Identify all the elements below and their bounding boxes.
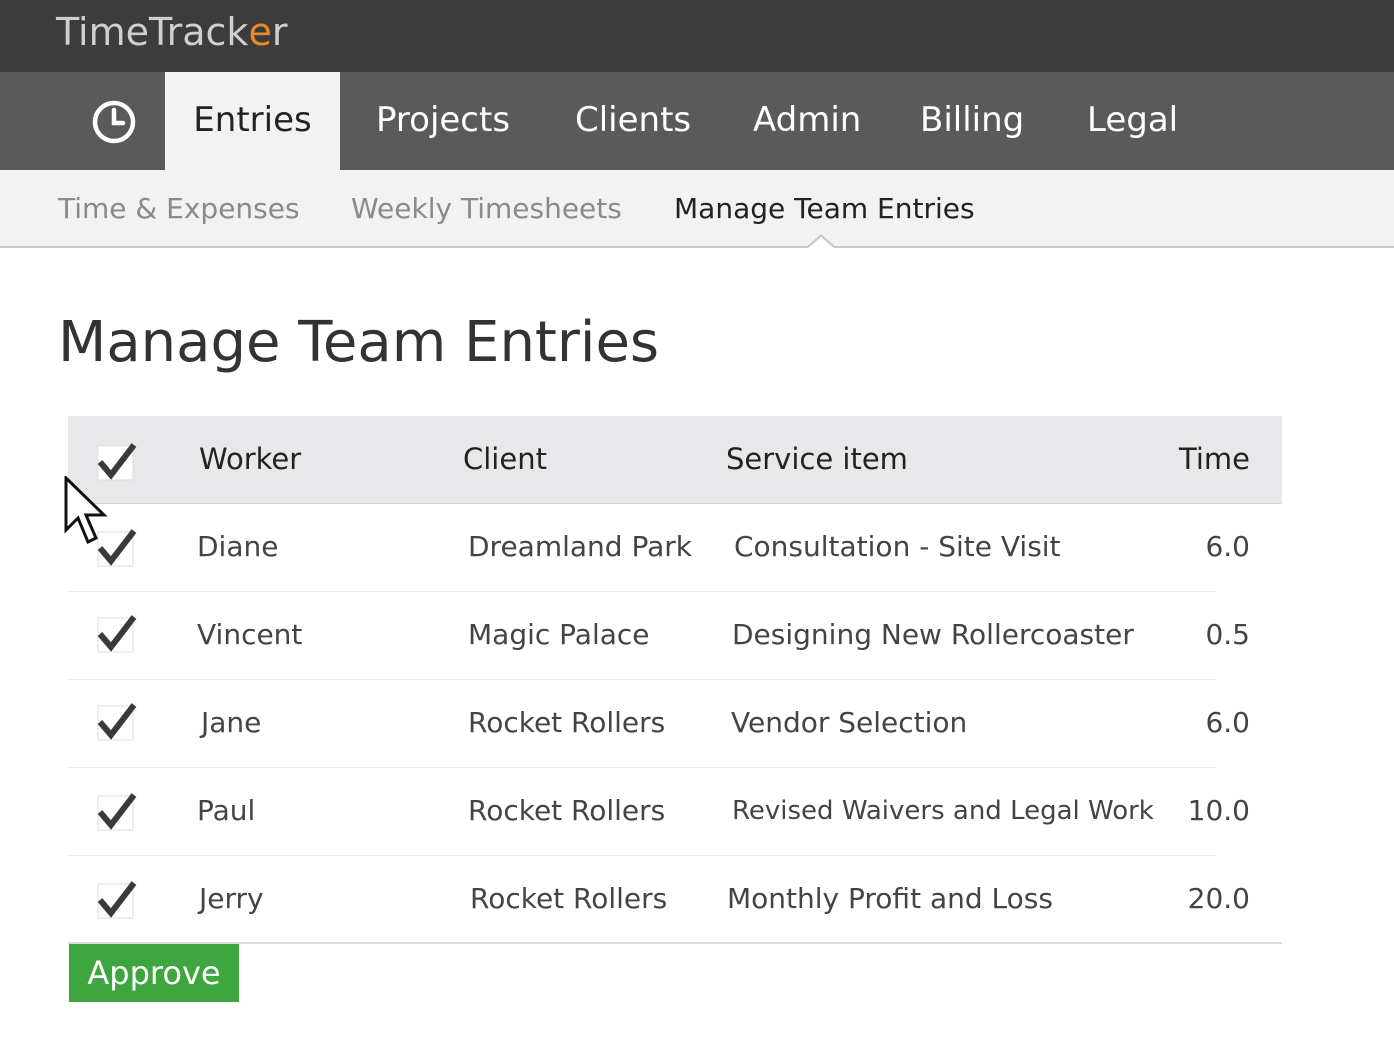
- logo-text-start: TimeTrack: [56, 10, 249, 54]
- top-bar: TimeTracker: [0, 0, 1394, 72]
- subtab-manage-team-entries[interactable]: Manage Team Entries: [674, 192, 975, 225]
- tab-billing[interactable]: Billing: [920, 72, 1024, 170]
- tab-entries[interactable]: Entries: [165, 72, 340, 170]
- cell-client: Rocket Rollers: [468, 706, 666, 739]
- cell-service-item: Monthly Profit and Loss: [727, 882, 1053, 915]
- cell-service-item: Designing New Rollercoaster: [732, 618, 1134, 651]
- row-checkbox[interactable]: [97, 702, 137, 742]
- tab-clients[interactable]: Clients: [575, 72, 691, 170]
- row-checkbox[interactable]: [97, 614, 137, 654]
- table-row[interactable]: Jerry Rocket Rollers Monthly Profit and …: [68, 856, 1282, 944]
- row-checkbox[interactable]: [97, 792, 137, 832]
- cell-worker: Jerry: [199, 882, 264, 915]
- subtab-time-expenses[interactable]: Time & Expenses: [58, 192, 300, 225]
- logo-text-end: r: [271, 10, 288, 54]
- cell-worker: Diane: [197, 530, 279, 563]
- table-row[interactable]: Diane Dreamland Park Consultation - Site…: [68, 504, 1250, 592]
- select-all-checkbox[interactable]: [97, 442, 137, 482]
- cell-client: Dreamland Park: [468, 530, 692, 563]
- clock-icon[interactable]: [90, 98, 138, 146]
- column-header-worker[interactable]: Worker: [199, 442, 301, 476]
- subtab-weekly-timesheets[interactable]: Weekly Timesheets: [351, 192, 622, 225]
- cell-client: Rocket Rollers: [468, 794, 666, 827]
- cell-time: 0.5: [1205, 618, 1250, 651]
- tab-admin[interactable]: Admin: [753, 72, 861, 170]
- cell-client: Magic Palace: [468, 618, 650, 651]
- logo-clock-letter: e: [248, 10, 272, 54]
- cell-time: 10.0: [1187, 794, 1250, 827]
- checkmark-icon: [97, 703, 137, 741]
- table-header: Worker Client Service item Time: [68, 416, 1282, 504]
- active-subtab-caret-fill: [807, 237, 835, 249]
- cell-service-item: Vendor Selection: [731, 706, 968, 739]
- page-title: Manage Team Entries: [58, 310, 660, 375]
- cell-service-item: Revised Waivers and Legal Work: [732, 796, 1154, 826]
- approve-button[interactable]: Approve: [69, 944, 239, 1002]
- row-checkbox[interactable]: [97, 528, 137, 568]
- column-header-time[interactable]: Time: [1179, 442, 1250, 476]
- cell-worker: Vincent: [197, 618, 303, 651]
- app-logo[interactable]: TimeTracker: [56, 10, 287, 54]
- checkmark-icon: [97, 443, 137, 481]
- sub-nav: Time & Expenses Weekly Timesheets Manage…: [0, 170, 1394, 248]
- table-row[interactable]: Vincent Magic Palace Designing New Rolle…: [68, 592, 1250, 680]
- checkmark-icon: [97, 881, 137, 919]
- tab-legal[interactable]: Legal: [1087, 72, 1178, 170]
- main-nav: Entries Projects Clients Admin Billing L…: [0, 72, 1394, 170]
- cell-client: Rocket Rollers: [470, 882, 668, 915]
- cell-worker: Paul: [197, 794, 256, 827]
- cell-time: 6.0: [1205, 706, 1250, 739]
- checkmark-icon: [97, 793, 137, 831]
- table-row[interactable]: Paul Rocket Rollers Revised Waivers and …: [68, 768, 1250, 856]
- cell-time: 6.0: [1205, 530, 1250, 563]
- checkmark-icon: [97, 529, 137, 567]
- checkmark-icon: [97, 615, 137, 653]
- cell-service-item: Consultation - Site Visit: [734, 530, 1061, 563]
- cell-time: 20.0: [1187, 882, 1250, 915]
- tab-projects[interactable]: Projects: [376, 72, 510, 170]
- table-row[interactable]: Jane Rocket Rollers Vendor Selection 6.0: [68, 680, 1250, 768]
- column-header-client[interactable]: Client: [463, 442, 547, 476]
- cell-worker: Jane: [201, 706, 262, 739]
- column-header-service-item[interactable]: Service item: [726, 442, 908, 476]
- row-checkbox[interactable]: [97, 880, 137, 920]
